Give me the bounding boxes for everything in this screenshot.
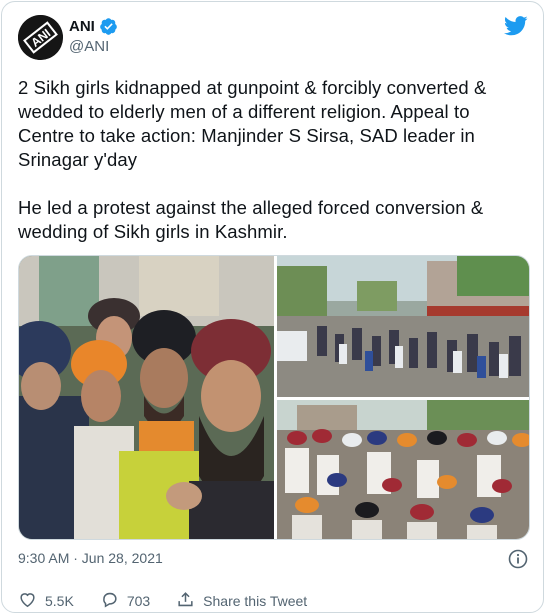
twitter-bird-icon[interactable] [503, 16, 528, 41]
like-button[interactable]: 5.5K [18, 590, 74, 612]
media-photo-3[interactable] [277, 400, 529, 539]
tweet-paragraph-2: He led a protest against the alleged for… [18, 197, 484, 242]
heart-icon [18, 590, 37, 612]
avatar[interactable]: ANI [18, 15, 63, 60]
timestamp[interactable]: 9:30 AM · Jun 28, 2021 [18, 550, 163, 566]
info-icon[interactable] [508, 549, 528, 574]
media-photo-1[interactable] [19, 256, 274, 539]
tweet-paragraph-1: 2 Sikh girls kidnapped at gunpoint & for… [18, 77, 487, 170]
verified-badge-icon [99, 17, 118, 36]
display-name-text[interactable]: ANI [69, 18, 95, 35]
action-bar: 5.5K 703 Share this Tweet [18, 590, 333, 612]
media-photo-2[interactable] [277, 256, 529, 397]
media-grid [18, 255, 530, 540]
share-label: Share this Tweet [203, 593, 308, 609]
share-icon [176, 590, 195, 612]
tweet-card: ANI ANI @ANI 2 Sikh girls kidnapped at g… [1, 1, 544, 613]
reply-button[interactable]: 703 [100, 590, 150, 612]
handle[interactable]: @ANI [69, 38, 109, 55]
tweet-text: 2 Sikh girls kidnapped at gunpoint & for… [18, 76, 528, 268]
reply-icon [100, 590, 119, 612]
like-count: 5.5K [45, 593, 74, 609]
share-button[interactable]: Share this Tweet [176, 590, 307, 612]
reply-count: 703 [126, 593, 151, 609]
display-name[interactable]: ANI [69, 17, 118, 36]
